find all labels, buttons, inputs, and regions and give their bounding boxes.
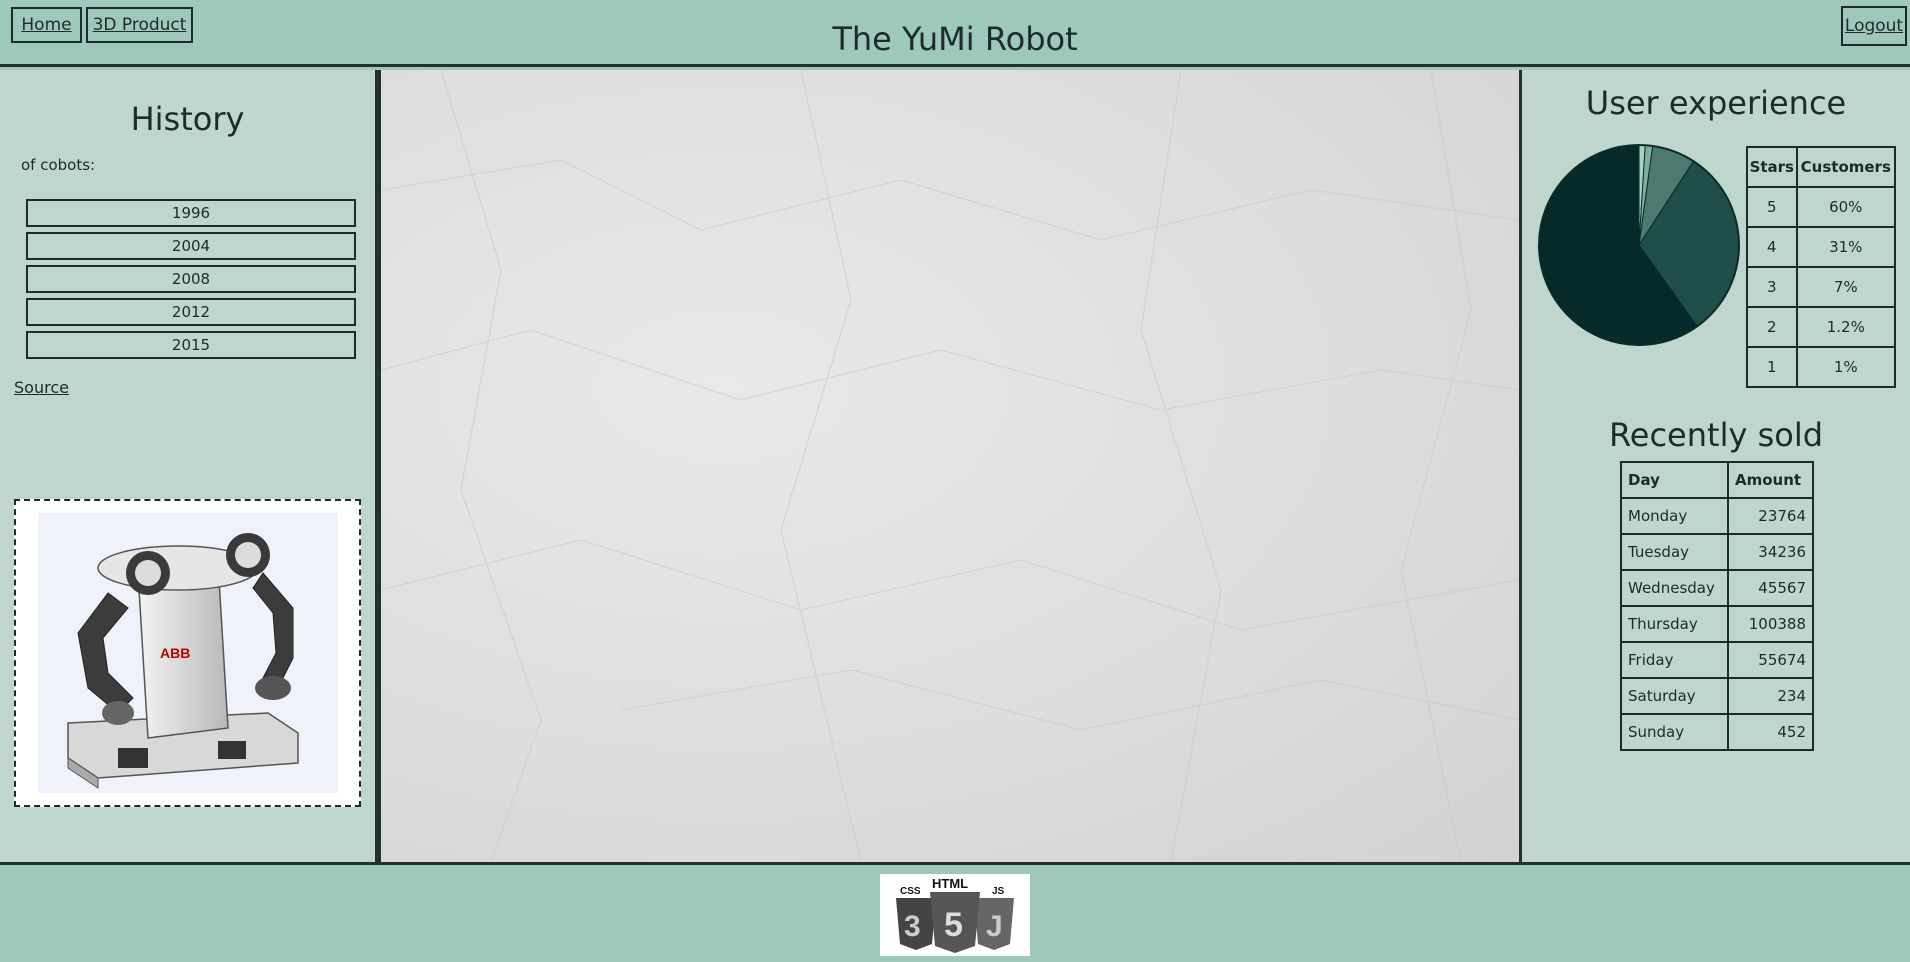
customers-cell: 1%: [1795, 346, 1897, 388]
customers-cell: 1.2%: [1795, 306, 1897, 348]
svg-text:JS: JS: [992, 886, 1005, 897]
day-cell: Saturday: [1619, 677, 1730, 715]
table-row: Wednesday 45567: [1619, 569, 1814, 607]
customers-cell: 7%: [1795, 266, 1897, 308]
stars-cell: 4: [1746, 226, 1798, 268]
day-cell: Wednesday: [1619, 569, 1730, 607]
svg-text:HTML: HTML: [932, 876, 968, 891]
svg-text:CSS: CSS: [900, 886, 921, 897]
page-title: The YuMi Robot: [832, 20, 1078, 58]
ratings-table: Stars Customers 5 60% 4 31% 3 7% 2 1.2% …: [1746, 146, 1897, 388]
source-link[interactable]: Source: [14, 378, 69, 397]
day-cell: Sunday: [1619, 713, 1730, 751]
customers-cell: 31%: [1795, 226, 1897, 268]
table-row: Saturday 234: [1619, 677, 1814, 715]
tech-logo-icon: HTML CSS JS 5 3 J: [896, 876, 1014, 953]
amount-cell: 100388: [1727, 605, 1814, 643]
html5-css3-js-logo: HTML CSS JS 5 3 J: [880, 874, 1030, 956]
table-row: Monday 23764: [1619, 497, 1814, 535]
year-button-2008[interactable]: 2008: [26, 265, 356, 293]
user-experience-title: User experience: [1585, 84, 1847, 122]
day-cell: Tuesday: [1619, 533, 1730, 571]
table-row: Friday 55674: [1619, 641, 1814, 679]
stats-panel: User experience Stars Customers 5 60% 4 …: [1522, 70, 1910, 862]
sales-table: Day Amount Monday 23764 Tuesday 34236 We…: [1619, 461, 1814, 751]
amount-cell: 234: [1727, 677, 1814, 715]
customers-header: Customers: [1795, 146, 1897, 188]
day-cell: Thursday: [1619, 605, 1730, 643]
robot-illustration: ABB: [37, 513, 338, 793]
yumi-robot-image: ABB: [14, 499, 361, 807]
svg-text:ABB: ABB: [160, 645, 190, 661]
history-subtitle: of cobots:: [21, 156, 96, 174]
table-row: 2 1.2%: [1746, 306, 1897, 348]
svg-text:3: 3: [904, 910, 921, 943]
day-header: Day: [1619, 461, 1730, 499]
amount-cell: 452: [1727, 713, 1814, 751]
main-content-area: [378, 70, 1522, 862]
year-button-1996[interactable]: 1996: [26, 199, 356, 227]
stars-header: Stars: [1746, 146, 1798, 188]
history-title: History: [130, 100, 245, 138]
table-row: 4 31%: [1746, 226, 1897, 268]
customers-cell: 60%: [1795, 186, 1897, 228]
day-cell: Monday: [1619, 497, 1730, 535]
amount-cell: 34236: [1727, 533, 1814, 571]
year-button-2012[interactable]: 2012: [26, 298, 356, 326]
table-row: 5 60%: [1746, 186, 1897, 228]
recently-sold-title: Recently sold: [1608, 416, 1824, 454]
history-panel: History of cobots: 1996 2004 2008 2012 2…: [0, 70, 378, 862]
year-button-2004[interactable]: 2004: [26, 232, 356, 260]
header: Home 3D Product The YuMi Robot Logout: [0, 0, 1910, 67]
amount-cell: 23764: [1727, 497, 1814, 535]
table-row: Thursday 100388: [1619, 605, 1814, 643]
stars-cell: 3: [1746, 266, 1798, 308]
ratings-pie-chart: [1538, 144, 1740, 346]
svg-text:J: J: [986, 910, 1003, 943]
amount-header: Amount: [1727, 461, 1814, 499]
amount-cell: 45567: [1727, 569, 1814, 607]
stars-cell: 2: [1746, 306, 1798, 348]
stars-cell: 5: [1746, 186, 1798, 228]
table-row: Tuesday 34236: [1619, 533, 1814, 571]
amount-cell: 55674: [1727, 641, 1814, 679]
table-row: 3 7%: [1746, 266, 1897, 308]
svg-text:5: 5: [944, 906, 963, 944]
footer: HTML CSS JS 5 3 J: [0, 862, 1910, 962]
stars-cell: 1: [1746, 346, 1798, 388]
year-button-2015[interactable]: 2015: [26, 331, 356, 359]
table-row: Sunday 452: [1619, 713, 1814, 751]
crumpled-paper-background: [381, 70, 1519, 862]
table-row: 1 1%: [1746, 346, 1897, 388]
day-cell: Friday: [1619, 641, 1730, 679]
logout-link[interactable]: Logout: [1841, 6, 1907, 46]
